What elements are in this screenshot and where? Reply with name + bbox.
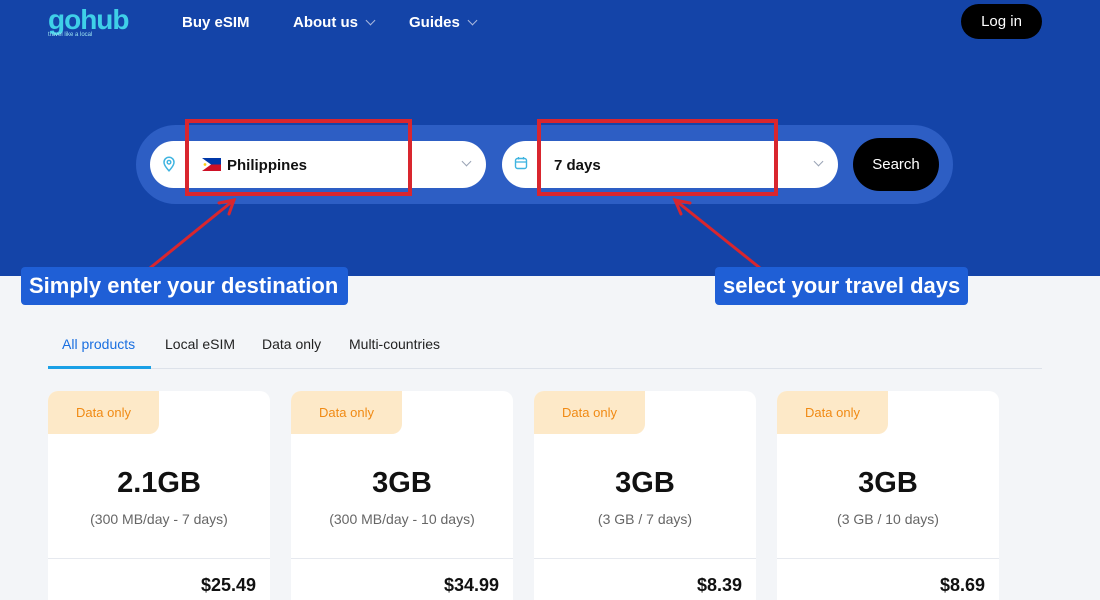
product-card[interactable]: Data only 3GB (3 GB / 7 days) $8.39: [534, 391, 756, 600]
product-card[interactable]: Data only 3GB (300 MB/day - 10 days) $34…: [291, 391, 513, 600]
product-card[interactable]: Data only 3GB (3 GB / 10 days) $8.69: [777, 391, 999, 600]
tab-data-only[interactable]: Data only: [262, 336, 321, 352]
arrow-to-travel-days: [672, 197, 762, 270]
arrow-to-destination: [148, 198, 237, 270]
product-price: $34.99: [443, 575, 499, 595]
callout-destination: Simply enter your destination: [21, 267, 348, 305]
card-divider: [291, 558, 513, 559]
product-data-amount: 2.1GB: [117, 467, 201, 499]
product-data-amount: 3GB: [372, 467, 432, 499]
product-data-amount: 3GB: [615, 467, 675, 499]
product-badge: Data only: [777, 391, 888, 434]
callout-travel-days: select your travel days: [715, 267, 968, 305]
product-badge: Data only: [48, 391, 159, 434]
product-price: $25.49: [200, 575, 256, 595]
product-detail: (3 GB / 10 days): [837, 511, 939, 527]
card-divider: [534, 558, 756, 559]
active-tab-indicator: [48, 366, 151, 369]
tab-multi-countries[interactable]: Multi-countries: [349, 336, 440, 352]
tab-local-esim[interactable]: Local eSIM: [165, 336, 235, 352]
product-tabs: All products Local eSIM Data only Multi-…: [48, 335, 1042, 369]
product-detail: (300 MB/day - 7 days): [90, 511, 228, 527]
product-price: $8.69: [939, 575, 985, 595]
product-detail: (300 MB/day - 10 days): [329, 511, 475, 527]
card-divider: [777, 558, 999, 559]
product-detail: (3 GB / 7 days): [597, 511, 693, 527]
card-divider: [48, 558, 270, 559]
product-price: $8.39: [696, 575, 742, 595]
product-card[interactable]: Data only 2.1GB (300 MB/day - 7 days) $2…: [48, 391, 270, 600]
tab-all-products[interactable]: All products: [62, 336, 135, 352]
product-badge: Data only: [534, 391, 645, 434]
product-badge: Data only: [291, 391, 402, 434]
product-data-amount: 3GB: [858, 467, 918, 499]
